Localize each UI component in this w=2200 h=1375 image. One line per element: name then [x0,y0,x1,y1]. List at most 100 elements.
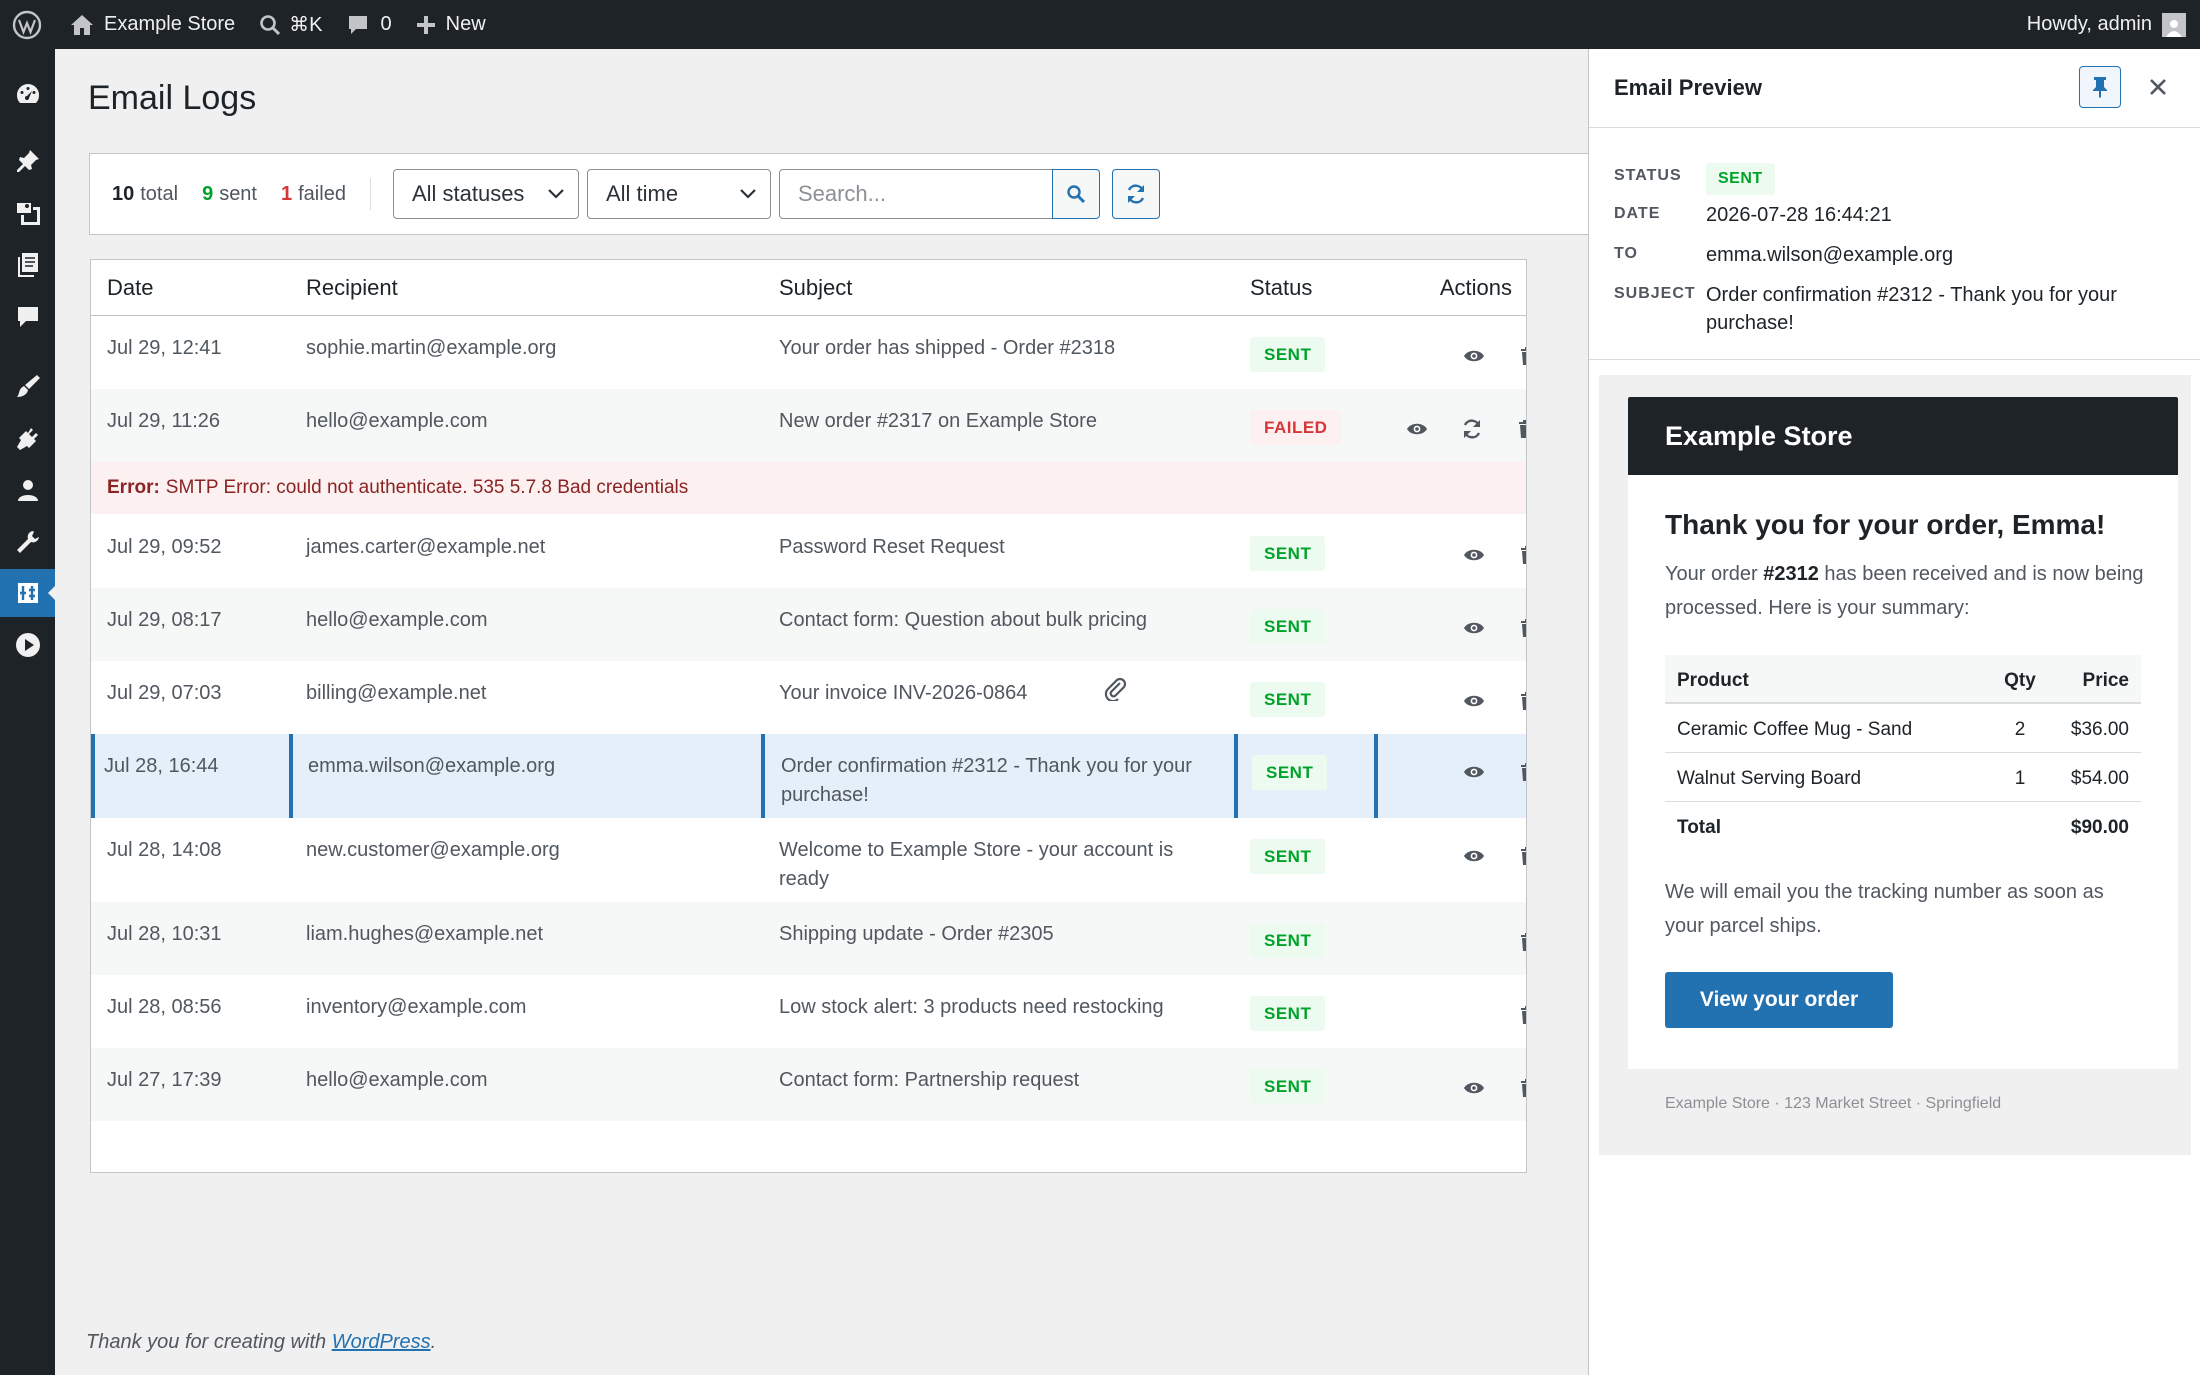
users-menu-icon[interactable] [0,466,55,514]
table-row[interactable]: Jul 29, 11:26 hello@example.com New order … [91,389,1526,462]
refresh-icon [1125,183,1147,205]
trash-icon[interactable] [1512,756,1526,788]
table-row[interactable]: Jul 28, 08:56 inventory@example.com Low st… [91,975,1526,1048]
row-recipient: sophie.martin@example.org [306,337,557,359]
site-name-link[interactable]: Example Store [54,0,247,49]
total-stat: 10 total [112,183,178,206]
item-qty: 1 [2014,768,2026,789]
row-recipient: hello@example.com [306,1069,488,1091]
date-label: DATE [1614,205,1661,222]
row-date: Jul 29, 11:26 [107,410,221,432]
play-menu-icon[interactable] [0,621,55,669]
search-input[interactable]: Search... [778,169,1053,219]
wordpress-link[interactable]: WordPress [332,1331,431,1353]
table-row[interactable]: Jul 28, 14:08 new.customer@example.org Wel… [91,818,1526,902]
intro-before: Your order [1665,563,1764,585]
my-account[interactable]: Howdy, admin [2027,12,2200,37]
trash-icon[interactable] [1510,413,1526,445]
appearance-menu-icon[interactable] [0,362,55,410]
email-logs-menu-icon[interactable] [0,569,56,617]
trash-icon[interactable] [1512,340,1526,372]
chevron-down-icon [548,189,564,199]
qty-header: Qty [2004,670,2036,691]
shortcut-label: ⌘K [289,14,323,36]
eye-icon[interactable] [1458,685,1490,717]
failed-label: failed [298,182,346,205]
status-filter-value: All statuses [411,181,525,206]
time-filter-select[interactable]: All time [586,169,771,219]
pin-button[interactable] [2079,66,2121,108]
status-filter-select[interactable]: All statuses [392,169,579,219]
selection-indicator [1234,734,1238,818]
eye-icon[interactable] [1401,413,1433,445]
table-row[interactable]: Jul 29, 12:41 sophie.martin@example.org Yo… [91,316,1526,389]
footer-end: . [430,1331,437,1353]
column-status[interactable]: Status [1250,275,1312,301]
trash-icon[interactable] [1512,539,1526,571]
row-subject: Contact form: Question about bulk pricin… [779,609,1147,631]
sent-stat: 9 sent [202,183,257,206]
column-recipient[interactable]: Recipient [306,275,398,301]
row-date: Jul 29, 08:17 [107,609,222,631]
command-search-button[interactable]: ⌘K [247,0,334,49]
dashboard-menu-icon[interactable] [0,70,55,118]
refresh-button[interactable] [1111,169,1160,219]
toolbar-divider [369,178,371,210]
table-row[interactable]: Jul 29, 08:17 hello@example.com Contact fo… [91,588,1526,661]
comments-link[interactable]: 0 [335,0,404,49]
table-row[interactable]: Jul 28, 10:31 liam.hughes@example.net Ship… [91,902,1526,975]
trash-icon[interactable] [1512,840,1526,872]
status-badge: FAILED [1250,410,1342,445]
eye-icon[interactable] [1458,1072,1490,1104]
trash-icon[interactable] [1512,1072,1526,1104]
eye-icon[interactable] [1458,340,1490,372]
row-subject: Password Reset Request [779,536,1005,558]
new-content-link[interactable]: New [404,0,498,49]
email-store-header: Example Store [1628,397,2178,475]
table-row[interactable]: Jul 29, 07:03 billing@example.net Your inv… [91,661,1526,734]
failed-count: 1 [281,182,293,205]
trash-icon[interactable] [1512,926,1526,958]
email-log-table: Date Recipient Subject Status Actions Ju… [90,259,1527,1173]
row-recipient: billing@example.net [306,682,487,704]
search-button[interactable] [1051,169,1100,219]
pages-menu-icon[interactable] [0,241,55,289]
row-subject: Low stock alert: 3 products need restock… [779,996,1164,1018]
view-order-button[interactable]: View your order [1665,972,1893,1028]
trash-icon[interactable] [1512,685,1526,717]
status-badge: SENT [1250,839,1326,874]
tools-menu-icon[interactable] [0,518,55,566]
selection-indicator [761,734,765,818]
row-recipient: liam.hughes@example.net [306,923,544,945]
row-recipient: new.customer@example.org [306,839,560,861]
comments-menu-icon[interactable] [0,293,55,341]
error-message-row: Error: SMTP Error: could not authenticate… [91,462,1526,514]
comment-icon [347,14,369,36]
page-title: Email Logs [88,79,257,117]
column-date[interactable]: Date [107,275,153,301]
eye-icon[interactable] [1458,756,1490,788]
refresh-icon[interactable] [1456,413,1488,445]
trash-icon[interactable] [1512,999,1526,1031]
wordpress-logo-icon[interactable] [0,0,54,49]
plugins-menu-icon[interactable] [0,415,55,463]
row-recipient: inventory@example.com [306,996,527,1018]
close-button[interactable] [2142,71,2174,103]
table-row[interactable]: Jul 29, 09:52 james.carter@example.net Pas… [91,515,1526,588]
row-date: Jul 27, 17:39 [107,1069,222,1091]
media-menu-icon[interactable] [0,189,55,237]
eye-icon[interactable] [1458,612,1490,644]
eye-icon[interactable] [1458,539,1490,571]
order-table-header: Product Qty Price [1665,655,2141,704]
posts-menu-icon[interactable] [0,137,55,185]
table-row[interactable]: Jul 28, 16:44 emma.wilson@example.org Orde… [91,734,1526,818]
close-icon [2149,78,2167,96]
subject-value: Order confirmation #2312 - Thank you for… [1706,284,2117,334]
eye-icon[interactable] [1458,840,1490,872]
table-row[interactable]: Jul 27, 17:39 hello@example.com Contact fo… [91,1048,1526,1121]
to-value: emma.wilson@example.org [1706,244,1954,266]
column-subject[interactable]: Subject [779,275,852,301]
trash-icon[interactable] [1512,612,1526,644]
row-subject: Order confirmation #2312 - Thank you for… [781,755,1192,806]
subject-label: SUBJECT [1614,285,1696,302]
